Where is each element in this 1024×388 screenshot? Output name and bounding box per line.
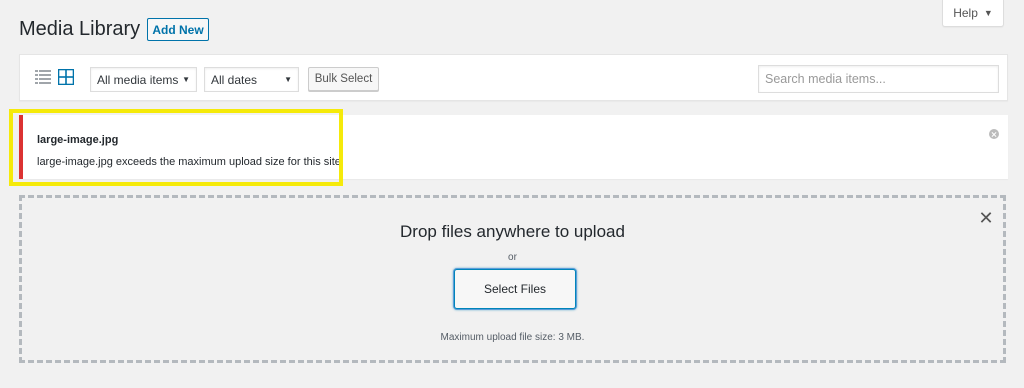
dropdown-arrow-icon: ▼ [182,75,190,84]
media-toolbar: All media items ▼ All dates ▼ Bulk Selec… [19,54,1008,101]
dropdown-arrow-icon: ▼ [284,75,292,84]
bulk-select-button[interactable]: Bulk Select [308,67,379,91]
upload-drop-zone[interactable]: ✕ Drop files anywhere to upload or Selec… [19,195,1006,363]
add-new-button[interactable]: Add New [147,18,209,41]
upload-error-notice: large-image.jpg large-image.jpg exceeds … [19,115,1008,179]
list-view-icon[interactable] [35,69,51,85]
help-tab[interactable]: Help ▼ [942,0,1004,27]
grid-view-icon[interactable] [57,68,75,86]
select-files-button[interactable]: Select Files [454,269,576,309]
date-filter[interactable]: All dates ▼ [204,67,299,92]
media-type-filter[interactable]: All media items ▼ [90,67,197,92]
notice-message: large-image.jpg exceeds the maximum uplo… [37,156,344,168]
date-filter-value: All dates [211,72,258,87]
dismiss-icon[interactable] [989,129,999,139]
media-type-filter-value: All media items [97,72,179,87]
or-text: or [508,252,517,263]
max-upload-size-text: Maximum upload file size: 3 MB. [440,332,585,343]
page-title: Media Library [19,18,141,40]
caret-down-icon: ▼ [983,8,993,18]
drop-files-text: Drop files anywhere to upload [400,222,625,241]
notice-filename: large-image.jpg [37,134,119,146]
search-input[interactable] [758,65,999,93]
help-label: Help [953,6,978,20]
